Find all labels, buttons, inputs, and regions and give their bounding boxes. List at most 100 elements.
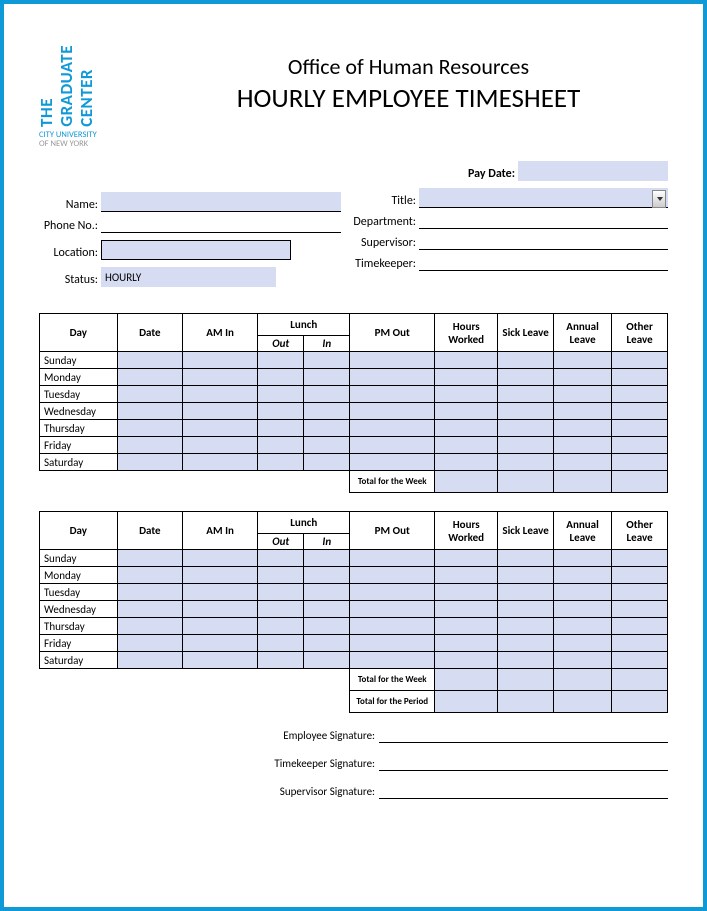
time-cell[interactable] (117, 550, 182, 567)
time-cell[interactable] (498, 454, 554, 471)
total-week-hours[interactable] (435, 471, 498, 493)
time-cell[interactable] (498, 618, 554, 635)
time-cell[interactable] (435, 454, 498, 471)
time-cell[interactable] (553, 352, 611, 369)
time-cell[interactable] (350, 567, 435, 584)
time-cell[interactable] (304, 437, 350, 454)
timekeeper-input[interactable] (419, 257, 668, 271)
time-cell[interactable] (304, 584, 350, 601)
time-cell[interactable] (350, 584, 435, 601)
time-cell[interactable] (183, 352, 258, 369)
time-cell[interactable] (183, 618, 258, 635)
time-cell[interactable] (304, 618, 350, 635)
time-cell[interactable] (117, 369, 182, 386)
time-cell[interactable] (553, 386, 611, 403)
time-cell[interactable] (435, 567, 498, 584)
time-cell[interactable] (435, 369, 498, 386)
time-cell[interactable] (553, 635, 611, 652)
time-cell[interactable] (183, 567, 258, 584)
employee-sig-line[interactable] (379, 729, 668, 743)
time-cell[interactable] (498, 352, 554, 369)
time-cell[interactable] (350, 454, 435, 471)
time-cell[interactable] (117, 386, 182, 403)
department-input[interactable] (419, 215, 668, 229)
time-cell[interactable] (183, 635, 258, 652)
time-cell[interactable] (435, 601, 498, 618)
time-cell[interactable] (117, 352, 182, 369)
time-cell[interactable] (304, 352, 350, 369)
time-cell[interactable] (498, 420, 554, 437)
time-cell[interactable] (258, 567, 304, 584)
time-cell[interactable] (350, 352, 435, 369)
time-cell[interactable] (183, 420, 258, 437)
phone-input[interactable] (101, 219, 341, 233)
time-cell[interactable] (117, 567, 182, 584)
time-cell[interactable] (258, 403, 304, 420)
time-cell[interactable] (183, 652, 258, 669)
time-cell[interactable] (498, 635, 554, 652)
time-cell[interactable] (435, 635, 498, 652)
time-cell[interactable] (498, 386, 554, 403)
time-cell[interactable] (117, 618, 182, 635)
time-cell[interactable] (183, 454, 258, 471)
time-cell[interactable] (304, 652, 350, 669)
time-cell[interactable] (350, 403, 435, 420)
time-cell[interactable] (612, 386, 668, 403)
time-cell[interactable] (435, 420, 498, 437)
time-cell[interactable] (117, 601, 182, 618)
total-week-other[interactable] (612, 471, 668, 493)
time-cell[interactable] (498, 437, 554, 454)
time-cell[interactable] (612, 652, 668, 669)
time-cell[interactable] (258, 437, 304, 454)
time-cell[interactable] (435, 352, 498, 369)
time-cell[interactable] (612, 567, 668, 584)
supervisor-input[interactable] (419, 236, 668, 250)
time-cell[interactable] (498, 584, 554, 601)
time-cell[interactable] (350, 652, 435, 669)
time-cell[interactable] (612, 454, 668, 471)
time-cell[interactable] (258, 601, 304, 618)
time-cell[interactable] (553, 550, 611, 567)
time-cell[interactable] (117, 403, 182, 420)
time-cell[interactable] (612, 352, 668, 369)
time-cell[interactable] (553, 652, 611, 669)
time-cell[interactable] (258, 635, 304, 652)
time-cell[interactable] (117, 584, 182, 601)
time-cell[interactable] (350, 386, 435, 403)
time-cell[interactable] (183, 437, 258, 454)
time-cell[interactable] (435, 437, 498, 454)
time-cell[interactable] (435, 386, 498, 403)
time-cell[interactable] (612, 550, 668, 567)
time-cell[interactable] (304, 420, 350, 437)
time-cell[interactable] (350, 618, 435, 635)
time-cell[interactable] (304, 386, 350, 403)
time-cell[interactable] (553, 584, 611, 601)
total-week-sick[interactable] (498, 471, 554, 493)
paydate-input[interactable] (518, 161, 668, 181)
time-cell[interactable] (117, 454, 182, 471)
time-cell[interactable] (350, 635, 435, 652)
time-cell[interactable] (553, 420, 611, 437)
time-cell[interactable] (258, 420, 304, 437)
total-week-annual[interactable] (553, 471, 611, 493)
time-cell[interactable] (498, 652, 554, 669)
time-cell[interactable] (612, 437, 668, 454)
time-cell[interactable] (435, 550, 498, 567)
time-cell[interactable] (553, 369, 611, 386)
time-cell[interactable] (304, 403, 350, 420)
time-cell[interactable] (612, 403, 668, 420)
time-cell[interactable] (258, 369, 304, 386)
time-cell[interactable] (183, 601, 258, 618)
time-cell[interactable] (553, 437, 611, 454)
time-cell[interactable] (304, 567, 350, 584)
time-cell[interactable] (435, 618, 498, 635)
time-cell[interactable] (183, 369, 258, 386)
timekeeper-sig-line[interactable] (379, 757, 668, 771)
time-cell[interactable] (435, 403, 498, 420)
time-cell[interactable] (304, 454, 350, 471)
name-input[interactable] (101, 192, 341, 212)
time-cell[interactable] (553, 454, 611, 471)
time-cell[interactable] (498, 550, 554, 567)
time-cell[interactable] (117, 652, 182, 669)
time-cell[interactable] (553, 618, 611, 635)
